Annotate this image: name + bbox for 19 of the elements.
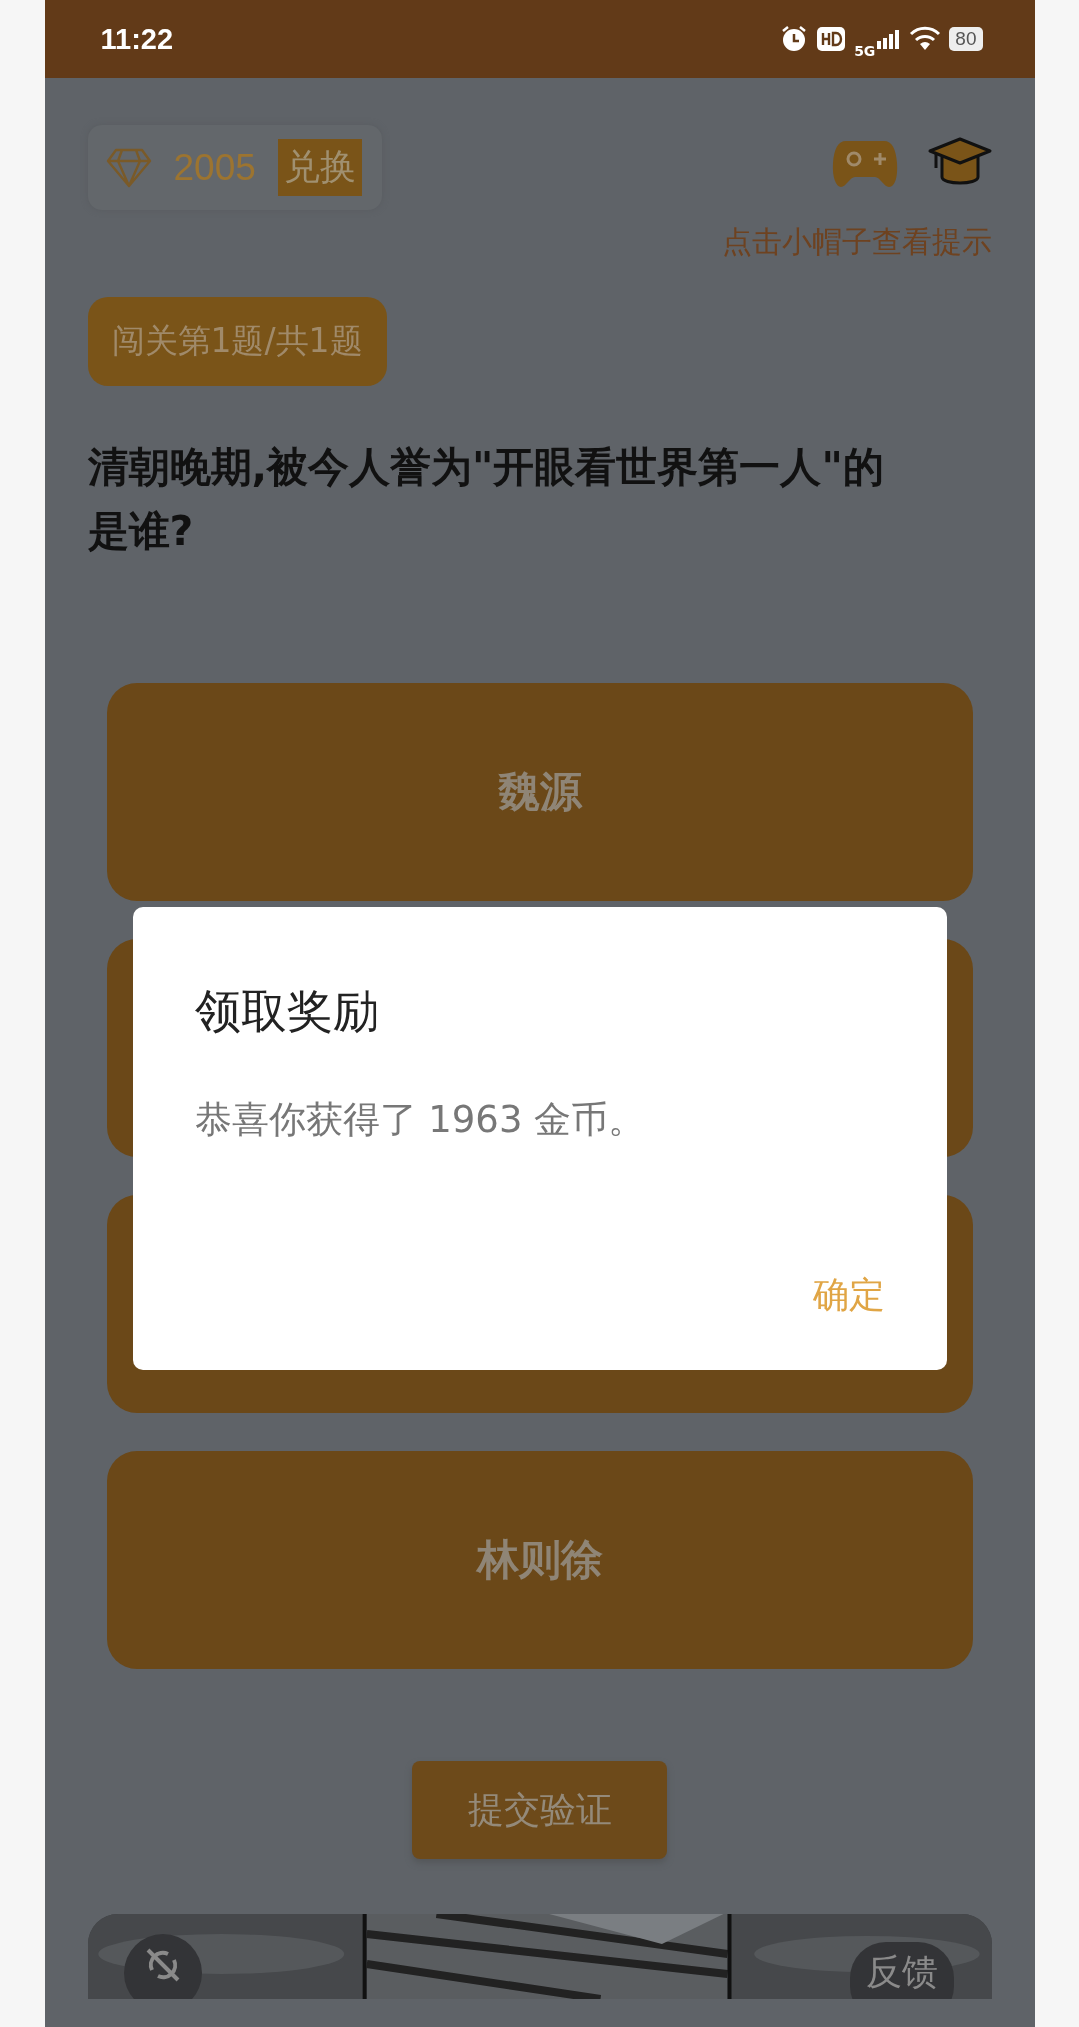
answer-option[interactable]: 魏源 — [106, 683, 973, 902]
signal-icon — [877, 29, 902, 49]
hd-icon — [816, 26, 847, 52]
battery-indicator: 80 — [949, 27, 983, 51]
diamond-icon — [105, 147, 152, 188]
submit-button[interactable]: 提交验证 — [412, 1761, 667, 1860]
confirm-button[interactable]: 确定 — [812, 1271, 885, 1320]
status-time: 11:22 — [100, 22, 174, 56]
question-text: 清朝晚期,被今人誉为"开眼看世界第一人"的是谁? — [87, 442, 885, 557]
exchange-button[interactable]: 兑换 — [277, 139, 362, 196]
level-badge: 闯关第1题/共1题 — [87, 297, 387, 386]
dialog-title: 领取奖励 — [194, 983, 380, 1040]
wifi-icon — [909, 26, 942, 52]
answer-option[interactable]: 林则徐 — [106, 1451, 973, 1670]
diamond-count: 2005 — [173, 146, 256, 189]
hint-text: 点击小帽子查看提示 — [721, 223, 992, 261]
network-label: 5G — [854, 43, 876, 59]
dialog-message: 恭喜你获得了 1963 金币。 — [194, 1097, 647, 1143]
feedback-button[interactable]: 反馈 — [849, 1942, 954, 2000]
